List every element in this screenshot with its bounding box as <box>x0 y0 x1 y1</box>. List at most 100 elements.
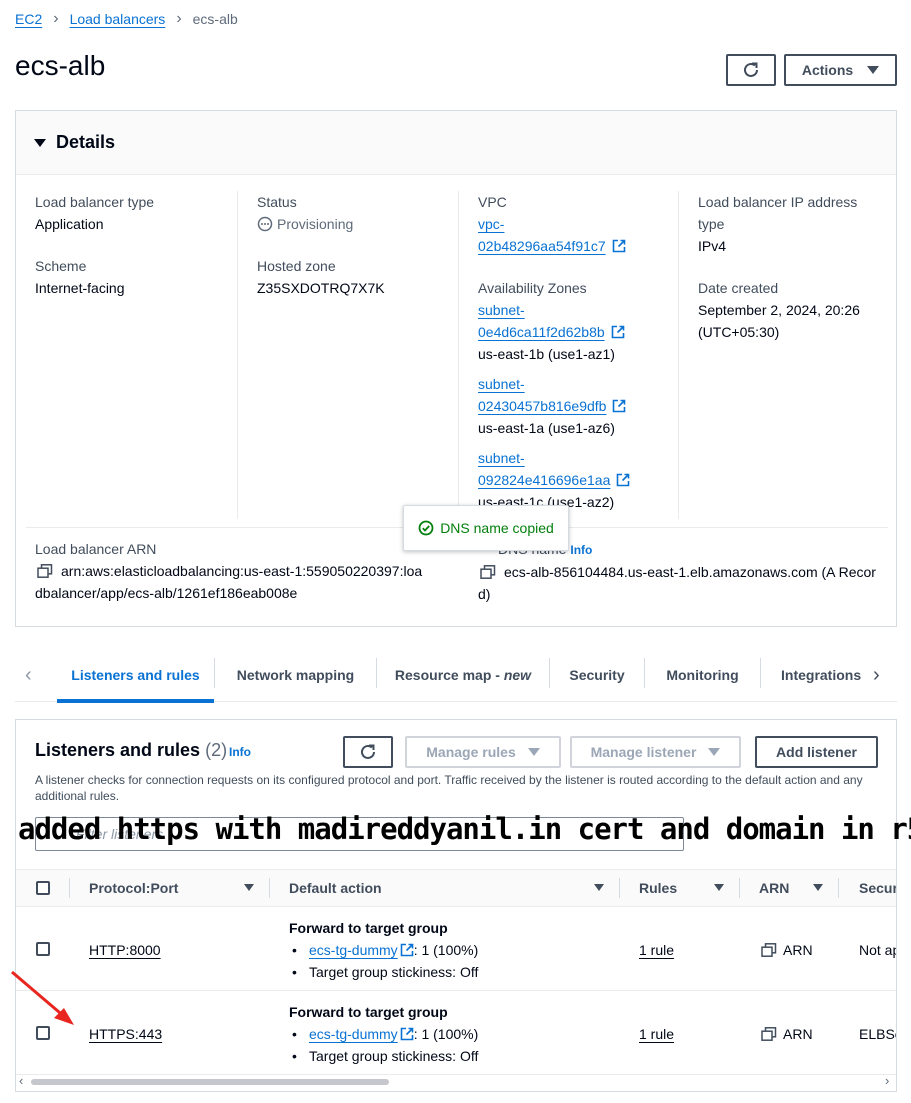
listeners-description: A listener checks for connection request… <box>35 773 863 803</box>
default-action: Forward to target group ecs-tg-dummy: 1 … <box>289 917 478 983</box>
status-value: Provisioning <box>257 213 385 235</box>
sort-caret-icon[interactable] <box>813 884 823 891</box>
select-all-checkbox[interactable] <box>36 881 50 895</box>
subnet-link[interactable]: subnet- <box>478 450 525 466</box>
security-policy: Not applicable <box>859 942 896 958</box>
sort-caret-icon[interactable] <box>594 884 604 891</box>
arn-value: arn:aws:elasticloadbalancing:us-east-1:5… <box>35 563 423 601</box>
target-group-link[interactable]: ecs-tg-dummy <box>309 942 398 958</box>
red-arrow-annotation-icon <box>11 970 74 1025</box>
subnet-link[interactable]: 0e4d6ca11f2d62b8b <box>478 324 605 340</box>
col-default-action[interactable]: Default action <box>289 880 382 896</box>
breadcrumb-ec2-link[interactable]: EC2 <box>15 11 42 27</box>
tab-listeners-and-rules[interactable]: Listeners and rules <box>57 650 214 700</box>
copy-icon[interactable] <box>37 564 53 578</box>
tab-integrations[interactable]: Integrations <box>761 650 871 700</box>
add-listener-button[interactable]: Add listener <box>755 736 878 768</box>
copy-icon[interactable] <box>761 943 777 957</box>
lb-type-value: Application <box>35 216 104 232</box>
subnet-1: subnet- 0e4d6ca11f2d62b8b us-east-1b (us… <box>478 299 630 365</box>
external-link-icon[interactable] <box>616 473 630 487</box>
default-action: Forward to target group ecs-tg-dummy: 1 … <box>289 1001 478 1067</box>
dns-value: ecs-alb-856104484.us-east-1.elb.amazonaw… <box>478 564 876 602</box>
hosted-zone-label: Hosted zone <box>257 258 336 274</box>
caret-down-icon <box>34 138 46 147</box>
manage-listener-button[interactable]: Manage listener <box>570 736 741 768</box>
column-divider <box>458 191 459 519</box>
column-divider <box>237 191 238 519</box>
actions-label: Actions <box>801 62 854 78</box>
chevron-right-icon[interactable]: › <box>873 664 880 687</box>
scroll-left-icon[interactable]: ‹ <box>19 1073 23 1088</box>
hosted-zone-value: Z35SXDOTRQ7X7K <box>257 280 385 296</box>
scrollbar-thumb[interactable] <box>31 1079 389 1085</box>
tab-monitoring[interactable]: Monitoring <box>645 650 760 700</box>
copy-icon[interactable] <box>480 565 496 579</box>
target-group-link[interactable]: ecs-tg-dummy <box>309 1026 398 1042</box>
external-link-icon[interactable] <box>400 1027 414 1041</box>
subnet-2: subnet- 02430457b816e9dfb us-east-1a (us… <box>478 373 630 439</box>
rules-link[interactable]: 1 rule <box>639 1023 674 1045</box>
details-col-4: Load balancer IP address type IPv4 Date c… <box>698 191 860 343</box>
details-col-3: VPC vpc- 02b48296aa54f91c7 Availability … <box>478 191 630 513</box>
scroll-right-icon[interactable]: › <box>885 1073 889 1088</box>
subnet-link[interactable]: 092824e416696e1aa <box>478 472 610 488</box>
tooltip-text: DNS name copied <box>440 520 554 536</box>
table-row: HTTP:8000 Forward to target group ecs-tg… <box>16 907 896 991</box>
external-link-icon[interactable] <box>400 943 414 957</box>
listeners-refresh-button[interactable] <box>343 736 393 768</box>
refresh-button[interactable] <box>726 54 776 86</box>
sort-caret-icon[interactable] <box>244 884 254 891</box>
arn-copy[interactable]: ARN <box>761 939 813 961</box>
details-header[interactable]: Details <box>16 111 896 175</box>
scheme-label: Scheme <box>35 258 87 274</box>
refresh-icon <box>361 744 375 759</box>
chevron-left-icon[interactable]: ‹ <box>25 664 32 687</box>
subnet-3: subnet- 092824e416696e1aa us-east-1c (us… <box>478 447 630 513</box>
actions-button[interactable]: Actions <box>784 54 897 86</box>
subnet-zone: us-east-1a (use1-az6) <box>478 420 615 436</box>
date-created-value: September 2, 2024, 20:26 (UTC+05:30) <box>698 302 860 340</box>
listener-protocol-link[interactable]: HTTPS:443 <box>89 1023 162 1045</box>
external-link-icon[interactable] <box>611 325 625 339</box>
col-rules[interactable]: Rules <box>639 880 677 896</box>
listener-protocol-link[interactable]: HTTP:8000 <box>89 939 161 961</box>
external-link-icon[interactable] <box>612 239 626 253</box>
caret-down-icon <box>867 66 880 74</box>
col-security-policy[interactable]: Security policy <box>859 880 896 896</box>
manage-rules-button[interactable]: Manage rules <box>405 736 561 768</box>
vpc-link[interactable]: vpc- 02b48296aa54f91c7 <box>478 213 630 257</box>
row-checkbox[interactable] <box>36 942 50 956</box>
sort-caret-icon[interactable] <box>714 884 724 891</box>
breadcrumb-current: ecs-alb <box>192 11 238 27</box>
active-tab-indicator <box>57 699 214 703</box>
subnet-zone: us-east-1b (use1-az1) <box>478 346 615 362</box>
tab-security[interactable]: Security <box>550 650 644 700</box>
lb-type-label: Load balancer type <box>35 194 155 210</box>
subnet-link[interactable]: subnet- <box>478 376 525 392</box>
status-pending-icon <box>257 216 273 232</box>
subnet-link[interactable]: 02430457b816e9dfb <box>478 398 606 414</box>
col-protocol-port[interactable]: Protocol:Port <box>89 880 178 896</box>
details-col-2: Status Provisioning Hosted zone Z35SXDOT… <box>257 191 385 299</box>
az-label: Availability Zones <box>478 280 587 296</box>
row-checkbox[interactable] <box>36 1026 50 1040</box>
listeners-info-link[interactable]: Info <box>229 745 251 759</box>
subnet-link[interactable]: subnet- <box>478 302 525 318</box>
copy-icon[interactable] <box>761 1027 777 1041</box>
annotation-text: added https with madireddyanil.in cert a… <box>18 812 911 846</box>
listeners-table-header: Protocol:Port Default action Rules ARN S… <box>16 869 896 907</box>
refresh-icon <box>744 62 758 77</box>
col-arn[interactable]: ARN <box>759 880 789 896</box>
tab-network-mapping[interactable]: Network mapping <box>215 650 376 700</box>
chevron-right-icon: › <box>176 10 182 27</box>
listeners-heading: Listeners and rules (2) <box>35 740 228 760</box>
horizontal-scrollbar[interactable]: ‹ › <box>15 1073 897 1088</box>
rules-link[interactable]: 1 rule <box>639 939 674 961</box>
breadcrumb-load-balancers-link[interactable]: Load balancers <box>70 11 166 27</box>
tab-resource-map[interactable]: Resource map - new <box>377 650 549 700</box>
caret-down-icon <box>527 748 540 756</box>
external-link-icon[interactable] <box>612 399 626 413</box>
dns-info-link[interactable]: Info <box>570 543 592 557</box>
arn-copy[interactable]: ARN <box>761 1023 813 1045</box>
